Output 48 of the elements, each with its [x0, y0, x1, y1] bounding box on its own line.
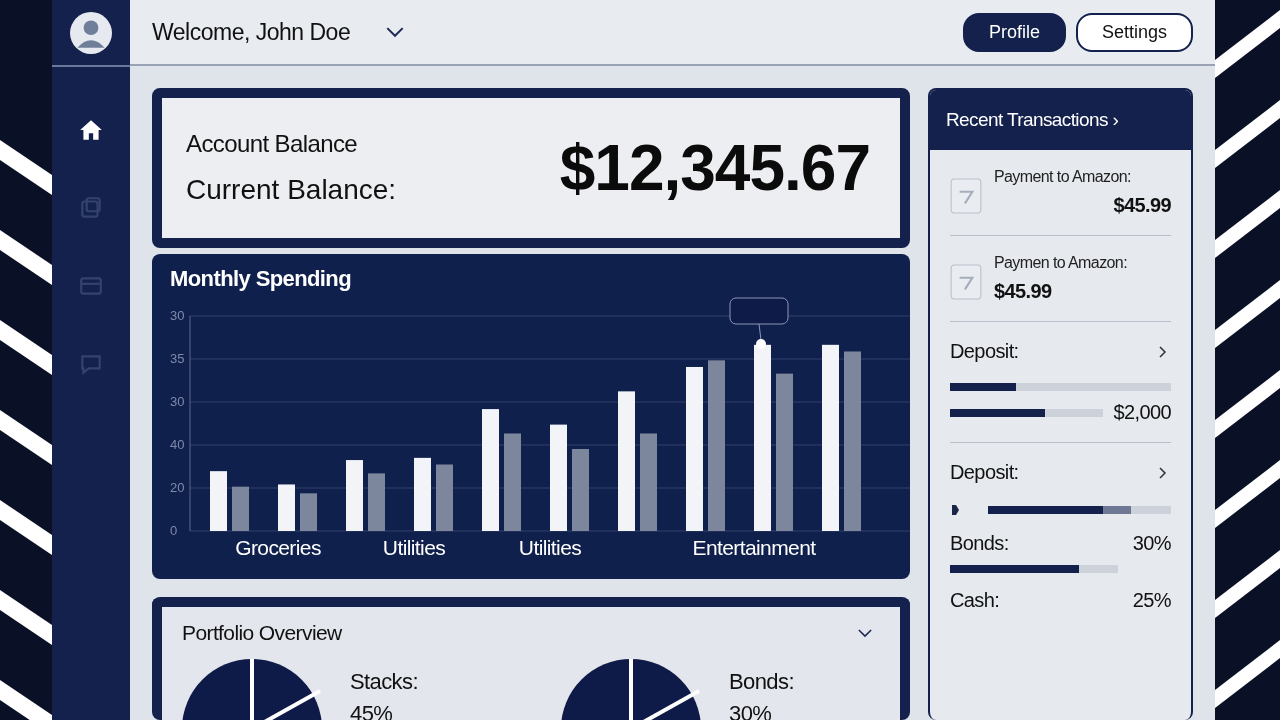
portfolio-title: Portfolio Overview — [182, 621, 342, 645]
balance-amount: $12,345.67 — [559, 131, 870, 205]
receipt-icon — [950, 178, 982, 214]
axis-label: 35 — [170, 351, 185, 366]
balance-label: Current Balance: — [186, 174, 397, 206]
legend-label: Stacks: — [350, 669, 418, 695]
bar — [232, 486, 249, 531]
asset-value: 30% — [1132, 532, 1171, 555]
axis-label: Utilities — [382, 536, 446, 560]
transactions-title: Recent Transactions › — [946, 109, 1119, 131]
legend-label: Bonds: — [729, 669, 794, 695]
transaction-label: Deposit: — [950, 340, 1019, 363]
transaction-amount: $2,000 — [1113, 401, 1171, 424]
chevron-down-icon[interactable] — [386, 26, 405, 38]
bar — [210, 471, 227, 531]
welcome-text: Welcome, John Doe — [152, 18, 351, 46]
bar — [300, 493, 317, 531]
avatar-icon[interactable] — [70, 11, 112, 54]
axis-label: 30 — [170, 308, 185, 323]
bar — [278, 484, 295, 531]
tooltip-marker — [729, 297, 789, 349]
axis-label: 30 — [170, 394, 185, 409]
tag-icon — [950, 504, 960, 516]
axis-label: Entertainment — [692, 536, 816, 560]
chevron-right-icon[interactable] — [1159, 345, 1167, 358]
transaction-amount: $45.99 — [994, 280, 1053, 303]
axis-label: Groceries — [235, 536, 321, 560]
chevron-right-icon[interactable] — [1159, 466, 1167, 479]
bar — [346, 460, 363, 531]
receipt-icon — [950, 264, 982, 300]
balance-title: Account Balance — [186, 130, 359, 158]
profile-button[interactable]: Profile — [962, 12, 1066, 52]
transaction-label: Paymen to Amazon: — [994, 254, 1128, 272]
transaction-label: Payment to Amazon: — [994, 168, 1132, 186]
bar — [436, 464, 453, 531]
chevron-down-icon[interactable] — [858, 628, 872, 638]
transaction-label: Deposit: — [950, 461, 1019, 484]
asset-value: 25% — [1132, 589, 1171, 612]
axis-label: 40 — [170, 437, 185, 452]
bar — [368, 473, 385, 531]
asset-label: Cash: — [950, 589, 1000, 612]
transaction-amount: $45.99 — [1113, 194, 1171, 217]
settings-button[interactable]: Settings — [1075, 12, 1193, 52]
axis-label: Utilities — [518, 536, 582, 560]
axis-label: 0 — [170, 523, 178, 538]
chart-title: Monthly Spending — [170, 266, 353, 292]
asset-label: Bonds: — [950, 532, 1009, 555]
axis-label: 20 — [170, 480, 185, 495]
